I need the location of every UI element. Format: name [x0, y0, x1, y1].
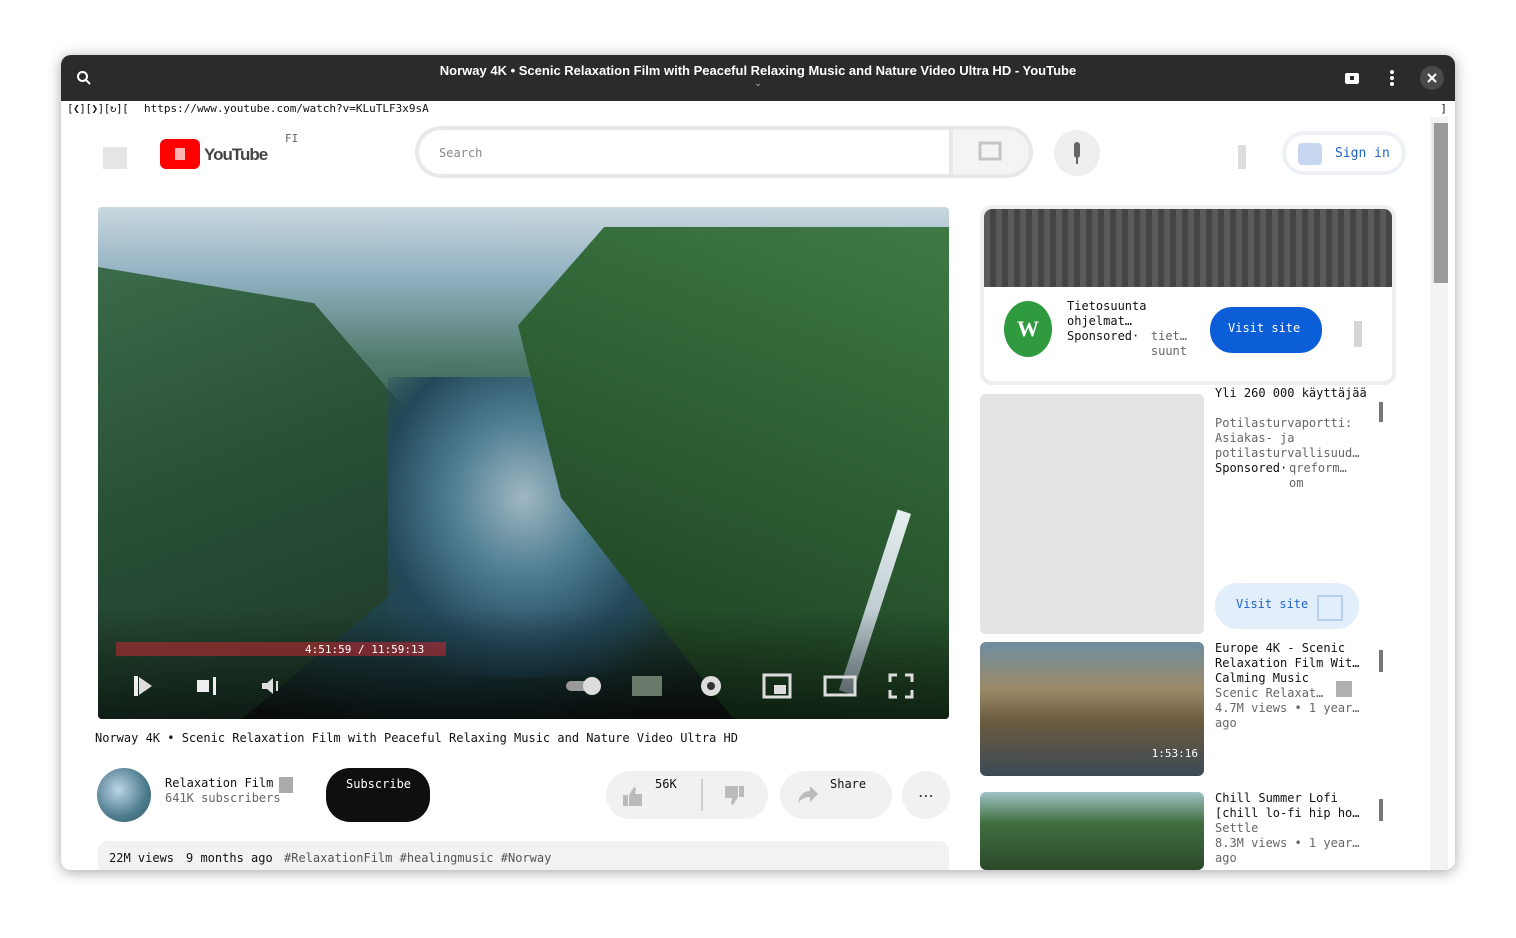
recommendation-menu-icon[interactable] [1379, 799, 1383, 821]
like-divider [701, 779, 703, 811]
thumbs-down-icon[interactable] [723, 785, 745, 807]
youtube-logo[interactable]: YouTube [160, 139, 284, 169]
title-bar: Norway 4K • Scenic Relaxation Film with … [61, 55, 1455, 101]
address-bar: [❮][❯][↻][ https://www.youtube.com/watch… [61, 101, 1455, 117]
recommendation-thumbnail[interactable]: 1:53:16 [980, 642, 1204, 776]
video-player[interactable]: 4:51:59 / 11:59:13 [98, 207, 949, 719]
ad-menu-icon[interactable] [1354, 321, 1362, 347]
video-title: Norway 4K • Scenic Relaxation Film with … [95, 731, 738, 745]
ad2-headline[interactable]: Yli 260 000 käyttäjää [1215, 386, 1367, 400]
ad2-thumbnail[interactable] [980, 394, 1204, 634]
share-label: Share [830, 777, 867, 791]
account-icon [1298, 143, 1322, 165]
upload-age: 9 months ago [186, 851, 273, 865]
controls-gradient [98, 609, 949, 719]
external-link-icon [1317, 595, 1343, 621]
microphone-button[interactable] [1054, 130, 1100, 176]
nav-buttons[interactable]: [❮][❯][↻][ [67, 102, 129, 115]
logo-wordmark: YouTube [204, 145, 268, 164]
autoplay-toggle-icon[interactable] [564, 673, 604, 699]
volume-icon[interactable] [258, 673, 284, 699]
sign-in-button[interactable]: Sign in [1282, 131, 1406, 175]
kebab-menu-icon[interactable] [1380, 66, 1404, 90]
next-icon[interactable] [194, 673, 220, 699]
like-count[interactable]: 56K [655, 777, 677, 791]
window-title: Norway 4K • Scenic Relaxation Film with … [439, 63, 1077, 78]
ad-title[interactable]: Tietosuunta ohjelmat… [1067, 299, 1197, 329]
region-code: FI [285, 132, 299, 145]
settings-dots-icon[interactable] [1238, 145, 1246, 169]
url-field[interactable]: https://www.youtube.com/watch?v=KLuTLF3x… [144, 102, 429, 115]
recommendation-thumbnail[interactable] [980, 792, 1204, 870]
recommendation-meta: 8.3M views • 1 year… ago [1215, 836, 1360, 865]
ad-banner-image[interactable] [984, 209, 1392, 287]
recommendation-title[interactable]: Chill Summer Lofi [chill lo-fi hip ho… [1215, 791, 1361, 821]
theater-mode-icon[interactable] [822, 673, 858, 699]
progress-bar[interactable] [116, 642, 932, 656]
search-placeholder: Search [439, 146, 483, 160]
verified-badge-icon [279, 777, 293, 793]
search-input[interactable]: Search [415, 126, 949, 178]
share-button[interactable]: Share [780, 771, 892, 819]
time-display: 4:51:59 / 11:59:13 [305, 643, 425, 656]
like-dislike-group: 56K [606, 771, 768, 819]
search-button[interactable] [949, 126, 1033, 178]
subscriber-count: 641K subscribers [165, 791, 281, 805]
url-bracket-end: ] [1440, 102, 1447, 115]
share-icon [798, 786, 818, 803]
subtitles-icon[interactable] [631, 673, 663, 699]
browser-window: Norway 4K • Scenic Relaxation Film with … [61, 55, 1455, 870]
recommendation-meta: 4.7M views • 1 year… ago [1215, 701, 1360, 730]
ad2-visit-site-label: Visit site [1236, 597, 1309, 611]
close-icon[interactable] [1420, 66, 1444, 90]
description-box[interactable]: 22M views 9 months ago #RelaxationFilm #… [98, 841, 949, 870]
ad-domain: tiet…suunt [1150, 329, 1187, 358]
screenshot-icon[interactable] [1340, 66, 1364, 90]
thumbs-up-icon[interactable] [622, 785, 644, 807]
play-logo-icon [160, 139, 200, 169]
ad2-description: Potilasturvaportti: Asiakas- ja potilast… [1215, 416, 1360, 460]
hamburger-menu-icon[interactable] [103, 147, 127, 169]
channel-avatar[interactable] [97, 768, 151, 822]
ad2-menu-icon[interactable] [1379, 402, 1383, 422]
ad-visit-site-button[interactable]: Visit site [1210, 307, 1322, 353]
subscribe-label: Subscribe [346, 777, 412, 791]
verified-badge-icon [1336, 681, 1352, 697]
recommendation-channel[interactable]: Scenic Relaxat… [1215, 686, 1323, 700]
recommendation-menu-icon[interactable] [1379, 650, 1383, 672]
microphone-icon [1074, 142, 1080, 164]
ad-card[interactable]: W Tietosuunta ohjelmat… Sponsored· tiet…… [980, 205, 1396, 385]
recommendation-title[interactable]: Europe 4K - Scenic Relaxation Film Wit… … [1215, 641, 1361, 686]
ad2-domain: qreform…om [1289, 461, 1347, 490]
sign-in-label: Sign in [1335, 146, 1390, 161]
settings-gear-icon[interactable] [698, 673, 724, 699]
play-icon[interactable] [130, 673, 156, 699]
chevron-down-icon: ⌄ [754, 79, 762, 89]
view-count: 22M views [109, 851, 175, 865]
miniplayer-icon[interactable] [761, 673, 793, 699]
fullscreen-icon[interactable] [888, 673, 914, 699]
ad-visit-site-label: Visit site [1228, 321, 1301, 335]
more-actions-button[interactable]: ⋯ [902, 771, 950, 819]
ad2-sponsored-label: Sponsored· [1215, 461, 1288, 475]
recommendation-channel[interactable]: Settle [1215, 821, 1258, 835]
subscribe-button[interactable]: Subscribe [326, 768, 430, 822]
ad2-visit-site-button[interactable]: Visit site [1215, 583, 1359, 629]
video-duration: 1:53:16 [1151, 747, 1198, 760]
search-icon [978, 141, 1002, 161]
advertiser-logo[interactable]: W [1004, 301, 1052, 357]
ad-sponsored-label: Sponsored· [1067, 329, 1140, 343]
channel-name[interactable]: Relaxation Film [165, 776, 273, 790]
scrollbar-thumb[interactable] [1432, 123, 1448, 283]
hashtags[interactable]: #RelaxationFilm #healingmusic #Norway [284, 851, 551, 865]
